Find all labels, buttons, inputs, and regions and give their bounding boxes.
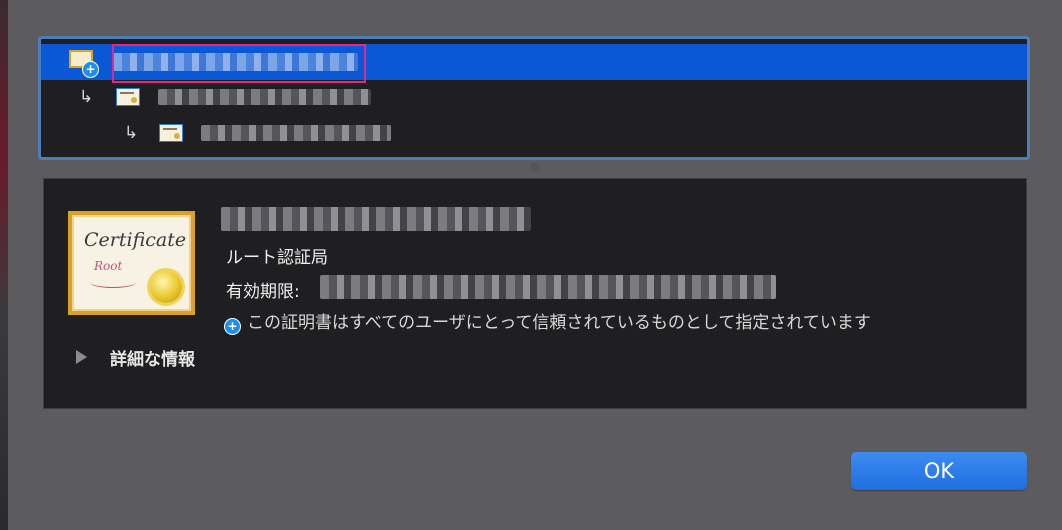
trust-message: この証明書はすべてのユーザにとって信頼されているものとして指定されています bbox=[247, 313, 871, 333]
trust-status: + この証明書はすべてのユーザにとって信頼されているものとして指定されています bbox=[224, 308, 871, 335]
cert-image-subtitle: Root bbox=[94, 259, 123, 273]
split-view-handle[interactable] bbox=[530, 162, 540, 172]
redacted-intermediate-name bbox=[158, 89, 371, 105]
expiry-label: 有効期限: bbox=[226, 282, 300, 302]
tree-row-intermediate[interactable]: ↳ bbox=[41, 82, 1027, 114]
child-arrow-icon: ↳ bbox=[124, 123, 139, 143]
window-edge bbox=[0, 0, 8, 530]
cert-image-title: Certificate bbox=[84, 229, 187, 251]
certificate-type: ルート認証局 bbox=[226, 248, 328, 268]
ok-button[interactable]: OK bbox=[851, 452, 1027, 490]
flourish-decoration bbox=[90, 277, 136, 288]
tree-row-leaf[interactable]: ↳ bbox=[41, 118, 1027, 150]
disclosure-triangle-icon[interactable] bbox=[76, 350, 87, 364]
plus-badge-icon: + bbox=[224, 318, 241, 335]
annotation-highlight-box bbox=[112, 44, 366, 83]
certificate-icon bbox=[116, 88, 140, 106]
redacted-certificate-name bbox=[221, 207, 531, 231]
certificate-chain-tree[interactable]: + ↳ ↳ bbox=[38, 36, 1030, 160]
more-info-toggle[interactable]: 詳細な情報 bbox=[110, 345, 195, 370]
plus-badge-icon: + bbox=[82, 61, 99, 78]
redacted-leaf-name bbox=[201, 125, 391, 141]
certificate-icon bbox=[159, 124, 183, 142]
seal-icon bbox=[150, 271, 182, 303]
child-arrow-icon: ↳ bbox=[79, 87, 94, 107]
root-certificate-large-icon: Certificate Root bbox=[68, 211, 195, 315]
redacted-expiry-date bbox=[320, 275, 776, 299]
certificate-detail-panel: Certificate Root ルート認証局 有効期限: + この証明書はすべて… bbox=[43, 178, 1027, 409]
